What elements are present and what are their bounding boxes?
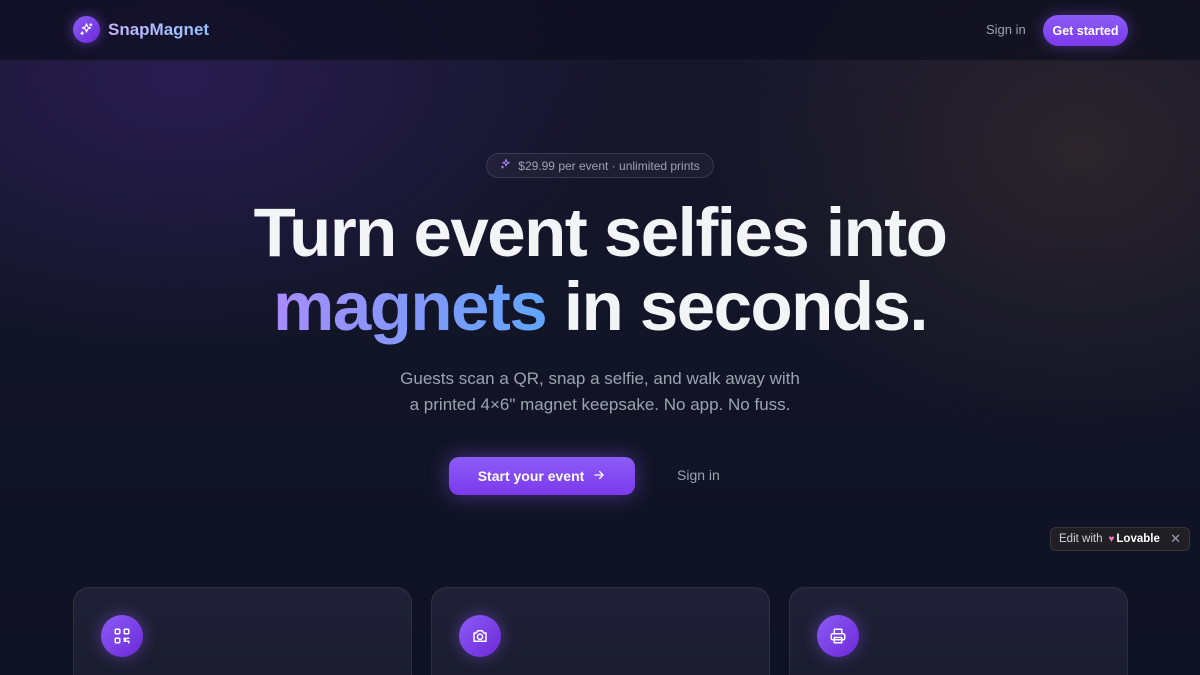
qr-code-icon	[101, 615, 143, 657]
feature-card-camera	[431, 587, 770, 675]
heart-icon: ♥	[1108, 533, 1115, 545]
hero-headline: Turn event selfies into magnets in secon…	[0, 196, 1200, 344]
sparkles-icon	[73, 16, 100, 43]
brand-name: SnapMagnet	[108, 19, 210, 39]
start-event-button[interactable]: Start your event	[449, 457, 635, 495]
start-event-label: Start your event	[477, 468, 585, 484]
pricing-text: $29.99 per event · unlimited prints	[518, 158, 700, 173]
site-header: SnapMagnet Sign in Get started	[0, 0, 1200, 61]
headline-highlight: magnets	[272, 268, 548, 345]
camera-icon	[459, 615, 501, 657]
headline-line-2: in seconds.	[546, 268, 929, 345]
arrow-right-icon	[592, 468, 606, 485]
subtitle-line-2: a printed 4×6" magnet keepsake. No app. …	[409, 395, 791, 414]
badge-edit-text: Edit with	[1059, 533, 1103, 545]
edit-with-lovable-badge[interactable]: Edit with ♥ Lovable ✕	[1050, 527, 1190, 551]
headline-line-1: Turn event selfies into	[253, 194, 948, 271]
pricing-pill: $29.99 per event · unlimited prints	[486, 153, 714, 178]
badge-brand: Lovable	[1116, 533, 1160, 545]
get-started-button[interactable]: Get started	[1043, 15, 1128, 46]
close-icon[interactable]: ✕	[1170, 531, 1181, 547]
subtitle-line-1: Guests scan a QR, snap a selfie, and wal…	[400, 369, 800, 388]
hero-subtitle: Guests scan a QR, snap a selfie, and wal…	[360, 366, 840, 418]
feature-card-print	[789, 587, 1128, 675]
sparkles-icon	[500, 158, 512, 173]
feature-card-qr	[73, 587, 412, 675]
brand-logo[interactable]: SnapMagnet	[73, 16, 209, 43]
printer-icon	[817, 615, 859, 657]
header-sign-in-link[interactable]: Sign in	[986, 22, 1026, 37]
hero-sign-in-link[interactable]: Sign in	[677, 467, 720, 483]
